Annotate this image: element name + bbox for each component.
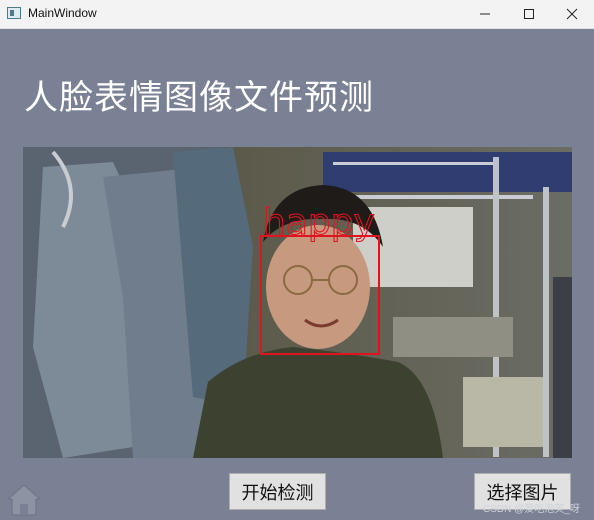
- app-window-icon: [7, 7, 21, 19]
- photo-scene: happy: [23, 147, 572, 458]
- page-title: 人脸表情图像文件预测: [24, 78, 374, 118]
- minimize-icon: [479, 13, 490, 15]
- close-button[interactable]: [549, 0, 594, 28]
- result-image: happy: [23, 147, 572, 458]
- close-icon: [566, 8, 577, 20]
- window-title: MainWindow: [28, 6, 97, 20]
- start-detect-button[interactable]: 开始检测: [229, 473, 326, 510]
- watermark-text: CSDN @爱吃泡芙_呀: [483, 504, 580, 515]
- minimize-button[interactable]: [462, 0, 507, 28]
- maximize-icon: [523, 9, 534, 19]
- window-titlebar: MainWindow: [0, 0, 594, 29]
- emotion-label: happy: [263, 202, 375, 243]
- maximize-button[interactable]: [506, 0, 551, 28]
- home-icon: [5, 482, 43, 516]
